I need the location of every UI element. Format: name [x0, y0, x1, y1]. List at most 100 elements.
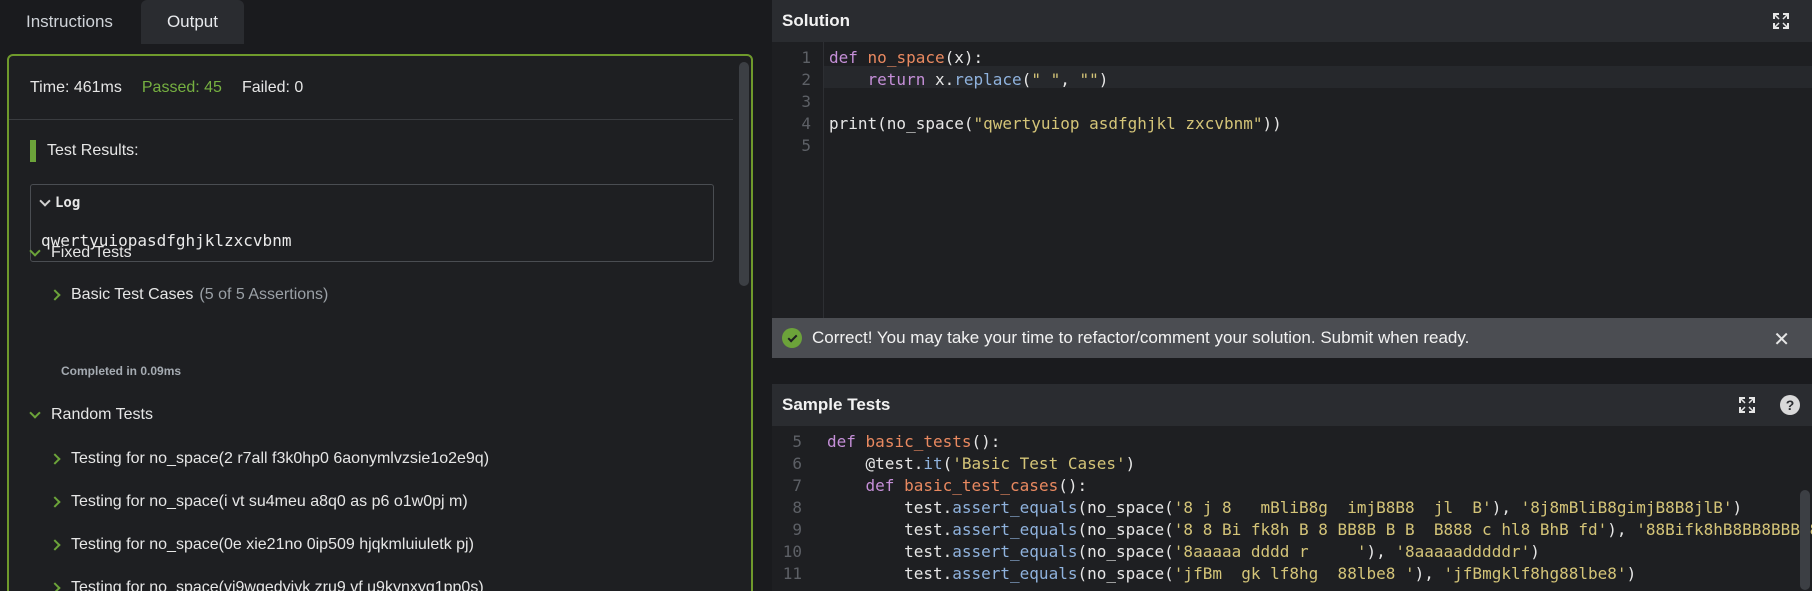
code-token: test. [827, 542, 953, 561]
code-token: 'jfBmgklf8hg88lbe8' [1443, 564, 1627, 583]
test-results-header: Test Results: [9, 140, 733, 162]
code-token: test. [827, 564, 953, 583]
code-token: ) [1125, 454, 1136, 473]
random-test-label: Testing for no_space(2 r7all f3k0hp0 6ao… [71, 450, 490, 467]
tab-instructions[interactable]: Instructions [0, 0, 139, 44]
sample-tests-scrollbar[interactable] [1800, 490, 1810, 590]
failed-stat: Failed: 0 [241, 78, 304, 96]
chevron-right-icon [49, 289, 61, 301]
log-toggle[interactable]: Log [39, 195, 81, 211]
code-token: ), [1414, 564, 1444, 583]
code-line: return x.replace(" ", "") [829, 70, 1109, 89]
code-line: def basic_tests(): [827, 432, 1000, 451]
code-token: return [867, 70, 926, 89]
random-tests-label: Random Tests [51, 406, 153, 423]
close-icon[interactable]: ✕ [1773, 327, 1790, 352]
check-circle-icon [782, 328, 802, 348]
fixed-tests-label: Fixed Tests [51, 244, 132, 261]
output-scrollbar[interactable] [737, 60, 749, 591]
line-gutter: 5 6 7 8 9 10 11 [772, 426, 808, 591]
sample-tests-title: Sample Tests [782, 395, 891, 414]
code-token: def [827, 432, 856, 451]
code-token: def [829, 48, 858, 67]
test-results-title: Test Results: [47, 142, 139, 159]
log-title: Log [55, 195, 81, 211]
code-token: '8aaaaadddddr' [1395, 542, 1531, 561]
success-message: Correct! You may take your time to refac… [812, 328, 1470, 347]
code-line: def basic_test_cases(): [827, 476, 1088, 495]
expand-icon[interactable] [1738, 396, 1756, 414]
code-token: assert_equals [952, 542, 1078, 561]
solution-panel: Solution 1 2 3 4 5 def no_space(x): retu… [772, 0, 1812, 358]
code-token: ), [1607, 520, 1637, 539]
code-token: '8j8mBliB8gimjB8B8jlB' [1520, 498, 1733, 517]
sample-tests-panel: Sample Tests ? 5 6 7 8 9 10 11 def basic… [772, 384, 1812, 591]
code-line: test.assert_equals(no_space('jfBm gk lf8… [827, 564, 1636, 583]
line-number: 1 [801, 48, 811, 67]
help-icon[interactable]: ? [1780, 395, 1800, 415]
code-token: ), [1366, 542, 1396, 561]
log-box: Log qwertyuiopasdfghjklzxcvbnm [30, 184, 714, 262]
code-token: (no_space( [1077, 564, 1174, 583]
code-line: test.assert_equals(no_space('8aaaaa dddd… [827, 542, 1540, 561]
code-token: 'jfBm gk lf8hg 88lbe8 ' [1173, 564, 1415, 583]
code-token: def [865, 476, 895, 495]
random-test-item[interactable]: Testing for no_space(2 r7all f3k0hp0 6ao… [49, 450, 490, 468]
code-token: @test. [827, 454, 924, 473]
random-test-item[interactable]: Testing for no_space(0e xie21no 0ip509 h… [49, 536, 474, 554]
output-scrollbar-thumb[interactable] [739, 62, 749, 286]
line-number: 7 [792, 476, 802, 495]
code-token: '88Bifk8hB8BB8BBBB888chl8BhBfd' [1636, 520, 1812, 539]
code-token: (): [971, 432, 1001, 451]
code-token: x. [925, 70, 955, 89]
test-results-bar [30, 140, 36, 162]
solution-editor[interactable]: 1 2 3 4 5 def no_space(x): return x.repl… [772, 42, 1812, 318]
line-number: 5 [792, 432, 802, 451]
random-tests-group[interactable]: Random Tests [29, 406, 153, 424]
code-token: print(no_space( [829, 114, 974, 133]
code-token: test. [827, 498, 953, 517]
chevron-right-icon [49, 453, 61, 465]
code-line: def no_space(x): [829, 48, 983, 67]
random-test-item[interactable]: Testing for no_space(i vt su4meu a8q0 as… [49, 493, 468, 511]
code-line: @test.it('Basic Test Cases') [827, 454, 1136, 473]
tab-output[interactable]: Output [140, 0, 244, 44]
code-token: )) [1262, 114, 1282, 133]
code-token: (x): [944, 48, 984, 67]
code-token: (no_space( [1077, 498, 1174, 517]
code-token: ), [1491, 498, 1521, 517]
chevron-down-icon [29, 407, 41, 419]
basic-test-cases-assertions: (5 of 5 Assertions) [199, 286, 329, 303]
line-number: 3 [801, 92, 811, 111]
code-token: ) [1098, 70, 1109, 89]
chevron-down-icon [29, 245, 41, 257]
line-number: 10 [782, 542, 802, 561]
code-token: 'Basic Test Cases' [952, 454, 1126, 473]
chevron-down-icon [39, 195, 51, 207]
code-token: ) [1530, 542, 1540, 561]
code-token: '8 j 8 mBliB8g imjB8B8 jl B' [1173, 498, 1492, 517]
random-test-item[interactable]: Testing for no_space(vi9wgedyiyk zru9 vf… [49, 579, 484, 591]
test-stats: Time: 461ms Passed: 45 Failed: 0 [9, 56, 733, 120]
line-number: 2 [801, 70, 811, 89]
output-tabs: Instructions Output [0, 0, 760, 44]
code-token: ) [1626, 564, 1637, 583]
passed-stat: Passed: 45 [141, 78, 222, 96]
line-number: 5 [801, 136, 811, 155]
output-panel: Time: 461ms Passed: 45 Failed: 0 Test Re… [7, 54, 753, 591]
line-number: 4 [801, 114, 811, 133]
success-banner: Correct! You may take your time to refac… [772, 318, 1812, 358]
sample-tests-editor[interactable]: 5 6 7 8 9 10 11 def basic_tests(): @test… [772, 426, 1812, 591]
random-test-label: Testing for no_space(0e xie21no 0ip509 h… [71, 536, 474, 553]
fixed-tests-group[interactable]: Fixed Tests [29, 244, 132, 262]
code-token: assert_equals [952, 498, 1078, 517]
basic-test-cases-item[interactable]: Basic Test Cases (5 of 5 Assertions) [49, 286, 329, 304]
code-token: it [923, 454, 943, 473]
sample-tests-header: Sample Tests ? [772, 384, 1812, 426]
code-token: (no_space( [1077, 520, 1174, 539]
code-token: ) [1732, 498, 1743, 517]
expand-icon[interactable] [1772, 12, 1790, 30]
solution-title: Solution [782, 11, 850, 30]
